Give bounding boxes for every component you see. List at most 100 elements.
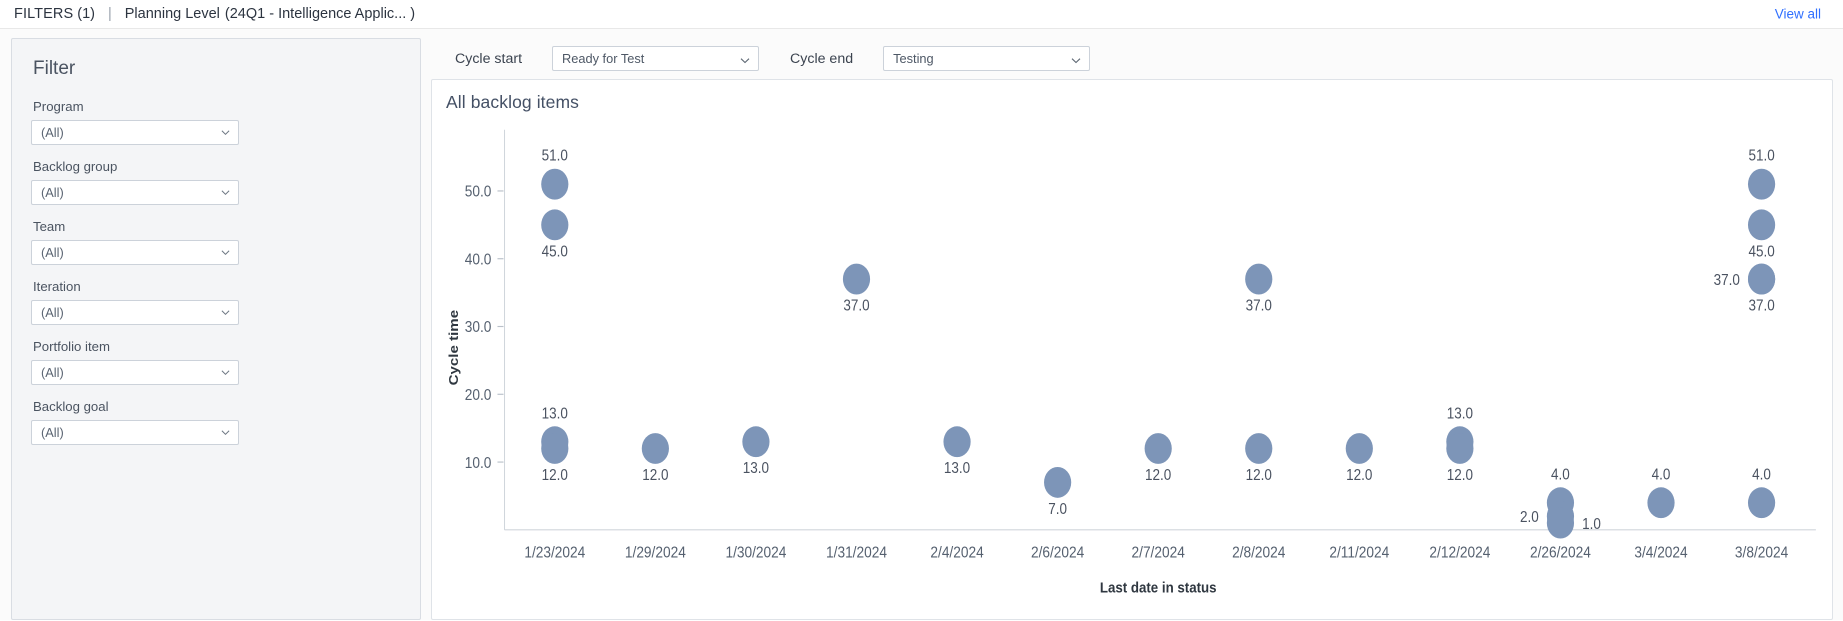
planning-level-value: (24Q1 - Intelligence Applic... ) xyxy=(224,6,416,22)
filter-label-team: Team xyxy=(33,219,66,234)
filter-label-portfolio-item: Portfolio item xyxy=(33,339,110,354)
data-point[interactable] xyxy=(1345,433,1373,464)
iteration-select[interactable]: (All) xyxy=(31,300,239,325)
y-tick-label: 10.0 xyxy=(465,455,492,472)
x-tick-label: 2/4/2024 xyxy=(930,545,983,562)
chevron-down-icon xyxy=(221,368,230,377)
portfolio-item-select-value: (All) xyxy=(41,365,64,380)
data-point-label: 13.0 xyxy=(542,406,568,423)
filter-label-iteration: Iteration xyxy=(33,279,81,294)
data-point[interactable] xyxy=(1647,487,1675,519)
x-tick-label: 3/8/2024 xyxy=(1735,545,1788,562)
data-point-label: 12.0 xyxy=(1447,467,1473,484)
data-point[interactable] xyxy=(1044,466,1072,498)
x-tick-label: 3/4/2024 xyxy=(1634,545,1687,562)
data-point-label: 13.0 xyxy=(944,460,970,477)
cycle-controls: Cycle start Ready for Test Cycle end Tes… xyxy=(431,38,1833,79)
data-point[interactable] xyxy=(541,433,569,464)
filter-field-portfolio-item: Portfolio item (All) xyxy=(31,339,402,385)
filter-field-program: Program (All) xyxy=(31,99,402,145)
data-point-label: 45.0 xyxy=(1748,244,1774,261)
chevron-down-icon xyxy=(740,53,750,63)
chevron-down-icon xyxy=(221,188,230,197)
filter-field-iteration: Iteration (All) xyxy=(31,279,402,325)
data-point-label: 13.0 xyxy=(743,460,769,477)
filter-panel: Filter Program (All) Backlog group (All)… xyxy=(11,38,421,620)
scatter-plot[interactable]: 10.0 20.0 30.0 40.0 50.0 Cycle time 1/23/2024 1… xyxy=(432,116,1832,619)
data-point-label: 37.0 xyxy=(843,298,869,315)
x-tick-label: 1/30/2024 xyxy=(725,545,786,562)
data-point[interactable] xyxy=(1747,263,1776,295)
backlog-group-select-value: (All) xyxy=(41,185,64,200)
data-point-label: 37.0 xyxy=(1246,298,1272,315)
x-tick-label: 2/11/2024 xyxy=(1329,545,1389,562)
team-select[interactable]: (All) xyxy=(31,240,239,265)
data-point[interactable] xyxy=(1245,263,1273,295)
data-point[interactable] xyxy=(943,426,971,458)
data-point-label: 12.0 xyxy=(1346,467,1372,484)
filter-panel-title: Filter xyxy=(33,58,76,79)
data-point[interactable] xyxy=(541,168,569,200)
cycle-end-select[interactable]: Testing xyxy=(883,46,1091,71)
chart-area: Cycle start Ready for Test Cycle end Tes… xyxy=(431,38,1833,620)
backlog-goal-select[interactable]: (All) xyxy=(31,420,239,445)
x-tick-label: 1/23/2024 xyxy=(524,545,585,562)
cycle-start-select[interactable]: Ready for Test xyxy=(552,46,760,71)
data-point[interactable] xyxy=(742,426,770,458)
scatter-plot-canvas[interactable]: 10.0 20.0 30.0 40.0 50.0 Cycle time 1/23/2024 1… xyxy=(432,116,1832,619)
backlog-chart-card: All backlog items 10.0 20.0 30.0 40.0 50.0 Cy… xyxy=(431,79,1833,620)
data-point[interactable] xyxy=(1144,433,1172,464)
filter-label-program: Program xyxy=(33,99,84,114)
y-tick-label: 40.0 xyxy=(465,252,492,269)
x-tick-label: 2/7/2024 xyxy=(1132,545,1185,562)
data-point-label: 12.0 xyxy=(1246,467,1272,484)
backlog-goal-select-value: (All) xyxy=(41,425,64,440)
data-point[interactable] xyxy=(842,263,871,295)
filter-field-backlog-group: Backlog group (All) xyxy=(31,159,402,205)
chevron-down-icon xyxy=(1071,53,1081,63)
top-filter-summary[interactable]: FILTERS (1) | Planning Level (24Q1 - Int… xyxy=(14,6,415,22)
portfolio-item-select[interactable]: (All) xyxy=(31,360,239,385)
data-point[interactable] xyxy=(1747,168,1776,200)
chevron-down-icon xyxy=(221,308,230,317)
planning-level-label: Planning Level xyxy=(124,6,220,22)
chevron-down-icon xyxy=(221,428,230,437)
data-point-label: 13.0 xyxy=(1447,406,1473,423)
data-point-label: 12.0 xyxy=(542,467,568,484)
team-select-value: (All) xyxy=(41,245,64,260)
x-tick-label: 2/26/2024 xyxy=(1530,545,1591,562)
y-tick-label: 50.0 xyxy=(465,184,492,201)
cycle-start-label: Cycle start xyxy=(455,50,523,67)
backlog-group-select[interactable]: (All) xyxy=(31,180,239,205)
data-point-label: 7.0 xyxy=(1048,501,1067,518)
data-point[interactable] xyxy=(1546,507,1575,539)
filter-field-team: Team (All) xyxy=(31,219,402,265)
data-point[interactable] xyxy=(1446,433,1474,464)
x-axis-title: Last date in status xyxy=(1100,580,1217,597)
filter-label-backlog-goal: Backlog goal xyxy=(33,399,109,414)
data-point[interactable] xyxy=(1245,433,1273,464)
chevron-down-icon xyxy=(221,128,230,137)
x-tick-label: 2/6/2024 xyxy=(1031,545,1084,562)
filter-field-backlog-goal: Backlog goal (All) xyxy=(31,399,402,445)
data-point[interactable] xyxy=(541,209,569,241)
data-point[interactable] xyxy=(641,433,669,464)
data-point-label: 4.0 xyxy=(1551,467,1570,484)
data-point-label: 37.0 xyxy=(1714,272,1740,289)
data-point[interactable] xyxy=(1747,487,1776,519)
view-all-link[interactable]: View all xyxy=(1775,7,1821,22)
y-tick-label: 20.0 xyxy=(465,387,492,404)
cycle-end-value: Testing xyxy=(893,51,934,66)
data-point-label: 12.0 xyxy=(1145,467,1171,484)
data-point-label: 51.0 xyxy=(542,148,568,165)
top-filter-bar: FILTERS (1) | Planning Level (24Q1 - Int… xyxy=(0,0,1843,29)
data-point[interactable] xyxy=(1747,209,1776,241)
data-point-label: 1.0 xyxy=(1582,516,1601,533)
iteration-select-value: (All) xyxy=(41,305,64,320)
filters-label: FILTERS xyxy=(14,6,74,22)
data-point-label: 12.0 xyxy=(642,467,668,484)
chevron-down-icon xyxy=(221,248,230,257)
program-select[interactable]: (All) xyxy=(31,120,239,145)
data-point-label: 2.0 xyxy=(1520,509,1539,526)
data-point-label: 51.0 xyxy=(1748,148,1774,165)
